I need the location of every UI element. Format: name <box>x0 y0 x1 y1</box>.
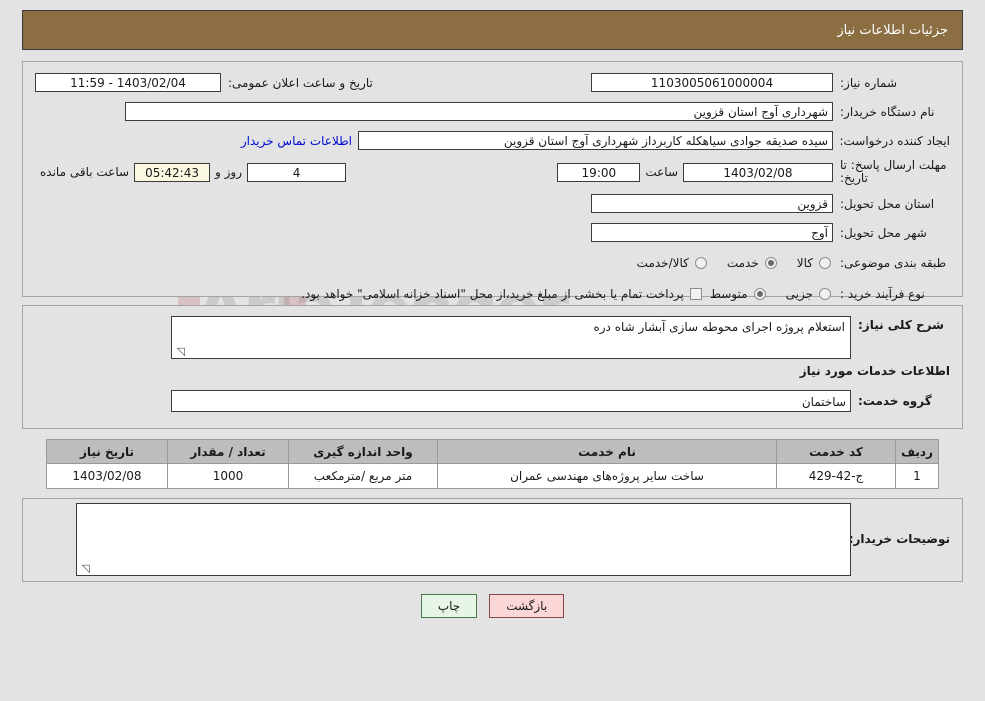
col-service-code: کد خدمت <box>776 439 896 464</box>
response-deadline-time-label: ساعت <box>645 165 678 179</box>
radio-process-jozi[interactable] <box>819 287 831 300</box>
cell-unit: متر مربع /مترمکعب <box>288 463 438 489</box>
response-deadline-label: مهلت ارسال پاسخ: تا تاریخ: <box>840 158 947 185</box>
treasury-bond-checkbox[interactable] <box>689 287 702 300</box>
radio-subject-khedmat-label: خدمت <box>726 255 759 270</box>
radio-subject-kala-label: کالا <box>796 255 813 270</box>
general-description-textarea[interactable]: استعلام پروژه اجرای محوطه سازی آبشار شاه… <box>171 316 851 359</box>
delivery-city-label: شهر محل تحویل: <box>840 225 927 240</box>
cell-service-name: ساخت سایر پروژه‌های مهندسی عمران <box>437 463 777 489</box>
row-response-deadline: مهلت ارسال پاسخ: تا تاریخ: 1403/02/08 سا… <box>23 155 962 189</box>
col-quantity: تعداد / مقدار <box>167 439 289 464</box>
services-table-head: ردیف کد خدمت نام خدمت واحد اندازه گیری ت… <box>46 439 939 464</box>
print-button[interactable]: چاپ <box>420 594 478 618</box>
description-services-panel: شرح کلی نیاز: استعلام پروژه اجرای محوطه … <box>22 305 963 429</box>
row-general-description: شرح کلی نیاز: استعلام پروژه اجرای محوطه … <box>23 312 962 359</box>
countdown-timer-label: ساعت باقی مانده <box>40 165 130 179</box>
radio-subject-kala[interactable] <box>819 256 831 269</box>
table-row: 1 ج-42-429 ساخت سایر پروژه‌های مهندسی عم… <box>46 463 939 489</box>
need-number-label: شماره نیاز: <box>840 75 897 90</box>
cell-need-date: 1403/02/08 <box>46 463 168 489</box>
buyer-org-field[interactable]: شهرداری آوج استان قزوین <box>125 102 833 121</box>
service-group-label: گروه خدمت: <box>858 394 932 408</box>
row-buyer-notes: توضیحات خریدار: ◹ <box>23 499 962 579</box>
announcement-datetime-field[interactable]: 1403/02/04 - 11:59 <box>35 73 221 92</box>
cell-quantity: 1000 <box>167 463 289 489</box>
purchase-process-radio-group: جزیی متوسط <box>710 287 833 301</box>
need-number-field[interactable]: 1103005061000004 <box>591 73 833 92</box>
table-header-row: ردیف کد خدمت نام خدمت واحد اندازه گیری ت… <box>46 439 939 464</box>
delivery-province-field[interactable]: قزوین <box>591 194 833 213</box>
countdown-timer-field: 05:42:43 <box>134 162 211 182</box>
request-creator-label: ایجاد کننده درخواست: <box>839 133 950 148</box>
services-table-wrap: ردیف کد خدمت نام خدمت واحد اندازه گیری ت… <box>0 439 985 489</box>
days-remaining-label: روز و <box>215 165 243 179</box>
services-table: ردیف کد خدمت نام خدمت واحد اندازه گیری ت… <box>46 439 939 489</box>
buyer-notes-label: توضیحات خریدار: <box>848 532 950 546</box>
buyer-contact-info-link[interactable]: اطلاعات تماس خریدار <box>235 134 358 148</box>
page-title-bar: جزئیات اطلاعات نیاز <box>22 10 963 50</box>
days-remaining-field: 4 <box>247 162 347 182</box>
radio-process-jozi-label: جزیی <box>785 286 813 301</box>
subject-category-radio-group: کالا خدمت کالا/خدمت <box>637 256 833 270</box>
row-service-group: گروه خدمت: ساختمان <box>23 384 962 418</box>
radio-subject-khedmat[interactable] <box>764 256 777 269</box>
buyer-org-label: نام دستگاه خریدار: <box>840 104 935 119</box>
buyer-notes-textarea[interactable]: ◹ <box>76 502 851 576</box>
announcement-datetime-label: تاریخ و ساعت اعلان عمومی: <box>228 75 373 90</box>
radio-process-motavaset[interactable] <box>753 287 766 300</box>
delivery-province-label: استان محل تحویل: <box>840 196 935 211</box>
row-need-number: شماره نیاز: 1103005061000004 تاریخ و ساع… <box>23 68 962 97</box>
col-index: ردیف <box>895 439 939 464</box>
buyer-notes-panel: توضیحات خریدار: ◹ <box>22 498 963 582</box>
action-button-bar: بازگشت چاپ <box>0 594 985 618</box>
cell-index: 1 <box>895 463 939 489</box>
resize-grip-icon[interactable]: ◹ <box>175 346 185 357</box>
resize-grip-icon-2[interactable]: ◹ <box>80 563 90 574</box>
service-group-field[interactable]: ساختمان <box>171 390 851 412</box>
col-service-name: نام خدمت <box>437 439 777 464</box>
need-info-panel: شماره نیاز: 1103005061000004 تاریخ و ساع… <box>22 61 963 301</box>
delivery-city-field[interactable]: آوج <box>591 223 833 242</box>
general-description-label: شرح کلی نیاز: <box>858 318 944 332</box>
row-delivery-city: شهر محل تحویل: آوج <box>23 218 962 247</box>
col-unit: واحد اندازه گیری <box>288 439 438 464</box>
request-creator-field[interactable]: سیده صدیقه جوادی سیاهکله کاربرداز شهردار… <box>358 131 833 150</box>
radio-process-motavaset-label: متوسط <box>709 286 748 301</box>
radio-subject-kala-khedmat[interactable] <box>694 256 707 269</box>
purchase-process-label: نوع فرآیند خرید : <box>840 286 925 301</box>
row-buyer-org: نام دستگاه خریدار: شهرداری آوج استان قزو… <box>23 97 962 126</box>
treasury-bond-note: پرداخت تمام یا بخشی از مبلغ خرید،از محل … <box>301 286 684 301</box>
cell-service-code: ج-42-429 <box>776 463 896 489</box>
services-table-body: 1 ج-42-429 ساخت سایر پروژه‌های مهندسی عم… <box>46 463 939 489</box>
services-section-heading: اطلاعات خدمات مورد نیاز <box>799 364 950 378</box>
page-title: جزئیات اطلاعات نیاز <box>837 22 948 38</box>
response-deadline-date-field[interactable]: 1403/02/08 <box>683 162 833 182</box>
general-description-value: استعلام پروژه اجرای محوطه سازی آبشار شاه… <box>593 320 845 334</box>
row-subject-category: طبقه بندی موضوعی: کالا خدمت کالا/خدمت <box>23 247 962 278</box>
response-deadline-time-field[interactable]: 19:00 <box>557 162 641 182</box>
col-need-date: تاریخ نیاز <box>46 439 168 464</box>
row-delivery-province: استان محل تحویل: قزوین <box>23 189 962 218</box>
row-request-creator: ایجاد کننده درخواست: سیده صدیقه جوادی سی… <box>23 126 962 155</box>
subject-category-label: طبقه بندی موضوعی: <box>840 255 947 270</box>
page-root: جزئیات اطلاعات نیاز شماره نیاز: 11030050… <box>0 10 985 618</box>
radio-subject-kala-khedmat-label: کالا/خدمت <box>636 255 689 270</box>
back-button[interactable]: بازگشت <box>489 594 565 618</box>
